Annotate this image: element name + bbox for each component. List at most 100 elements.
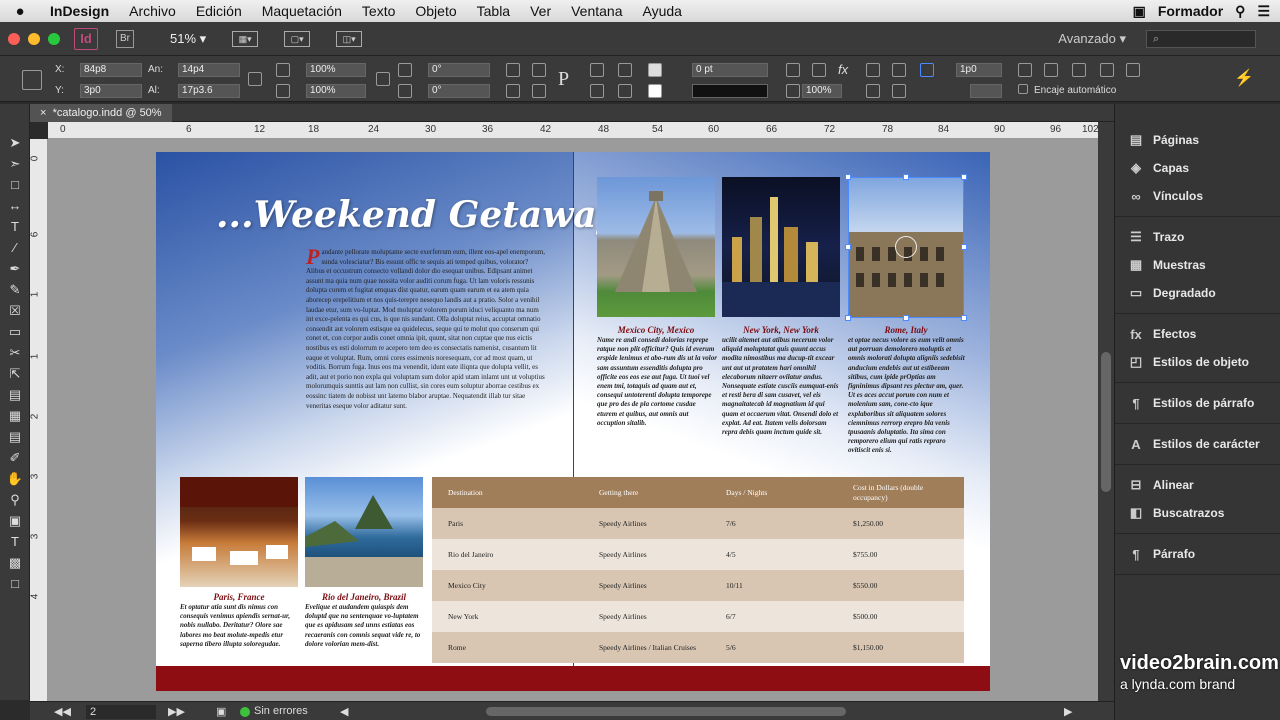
caption-new-york[interactable]: New York, New York bbox=[722, 325, 840, 335]
vertical-scrollbar[interactable] bbox=[1098, 122, 1114, 701]
user-menu[interactable]: Formador bbox=[1158, 3, 1223, 19]
close-tab-icon[interactable]: × bbox=[40, 107, 46, 119]
table-row[interactable]: New York Speedy Airlines 6/7 $500.00 bbox=[432, 601, 964, 632]
formatting-affects-icon[interactable]: T bbox=[0, 531, 30, 552]
panel-links[interactable]: ∞ Vínculos bbox=[1115, 182, 1280, 210]
drop-shadow-icon[interactable] bbox=[812, 63, 826, 77]
caption-text-mexico[interactable]: Name re andi consedi dolorias reprepe ra… bbox=[597, 336, 717, 464]
footer-band[interactable] bbox=[156, 666, 990, 691]
width-field[interactable]: 14p4 bbox=[178, 63, 240, 77]
hand-tool-icon[interactable]: ✋ bbox=[0, 468, 30, 489]
gap-tool-icon[interactable]: ↔ bbox=[0, 195, 30, 216]
stroke-swatch[interactable] bbox=[648, 84, 662, 98]
resize-handle[interactable] bbox=[903, 315, 909, 321]
x-field[interactable]: 84p8 bbox=[80, 63, 142, 77]
direct-selection-tool-icon[interactable]: ➣ bbox=[0, 153, 30, 174]
body-text-frame[interactable]: Pandante pellorate moluptame secte exerf… bbox=[306, 248, 546, 456]
selection-tool-icon[interactable]: ➤ bbox=[0, 132, 30, 153]
panel-align[interactable]: ⊟ Alinear bbox=[1115, 471, 1280, 499]
caption-paris[interactable]: Paris, France bbox=[180, 592, 298, 602]
rotate-field[interactable]: 0° bbox=[428, 63, 490, 77]
caption-text-rome[interactable]: et optae necus volore as eum velit omnis… bbox=[848, 336, 966, 464]
panel-pages[interactable]: ▤ Páginas bbox=[1115, 126, 1280, 154]
photo-paris[interactable] bbox=[180, 477, 298, 587]
panel-pathfinder[interactable]: ◧ Buscatrazos bbox=[1115, 499, 1280, 527]
panel-swatches[interactable]: ▦ Muestras bbox=[1115, 251, 1280, 279]
menu-ayuda[interactable]: Ayuda bbox=[633, 0, 692, 22]
center-content-icon[interactable] bbox=[866, 84, 880, 98]
fit-frame-content-icon[interactable] bbox=[892, 63, 906, 77]
pen-tool-icon[interactable]: ✒ bbox=[0, 258, 30, 279]
next-page-icon[interactable]: ▶▶ bbox=[168, 705, 185, 718]
notification-icon[interactable]: ☰ bbox=[1257, 3, 1270, 20]
resize-handle[interactable] bbox=[903, 174, 909, 180]
align-right-edges-icon[interactable] bbox=[1072, 63, 1086, 77]
frame-options-icon[interactable] bbox=[786, 63, 800, 77]
rotate-cw-icon[interactable] bbox=[506, 63, 520, 77]
close-window-button[interactable] bbox=[8, 32, 20, 45]
photo-rio[interactable] bbox=[305, 477, 423, 587]
line-tool-icon[interactable]: ∕ bbox=[0, 237, 30, 258]
caption-text-rio[interactable]: Evelique et audandem quiaspis dem dolupt… bbox=[305, 603, 425, 663]
resize-handle[interactable] bbox=[961, 174, 967, 180]
view-options-icon[interactable]: ▦▾ bbox=[232, 30, 259, 47]
opacity-field[interactable]: 100% bbox=[802, 84, 842, 98]
select-content-icon[interactable] bbox=[618, 63, 632, 77]
destinations-table[interactable]: Destination Getting there Days / Nights … bbox=[432, 477, 964, 665]
table-row[interactable]: Rio del Janeiro Speedy Airlines 4/5 $755… bbox=[432, 539, 964, 570]
photo-new-york[interactable] bbox=[722, 177, 840, 317]
align-centers-icon[interactable] bbox=[1044, 63, 1058, 77]
page-number-field[interactable]: 2 bbox=[86, 705, 156, 719]
menu-texto[interactable]: Texto bbox=[352, 0, 405, 22]
panel-character-styles[interactable]: A Estilos de carácter bbox=[1115, 430, 1280, 458]
free-transform-tool-icon[interactable]: ⇱ bbox=[0, 363, 30, 384]
panel-object-styles[interactable]: ◰ Estilos de objeto bbox=[1115, 348, 1280, 376]
apply-none-icon[interactable]: ▩ bbox=[0, 552, 30, 573]
bridge-button[interactable]: Br bbox=[116, 29, 134, 48]
content-grabber-icon[interactable] bbox=[895, 236, 917, 258]
menu-ver[interactable]: Ver bbox=[520, 0, 561, 22]
resize-handle[interactable] bbox=[845, 315, 851, 321]
scale-x-field[interactable]: 100% bbox=[306, 63, 366, 77]
scroll-left-icon[interactable]: ◀ bbox=[340, 705, 348, 718]
preflight-icon[interactable]: ▣ bbox=[216, 705, 226, 718]
y-field[interactable]: 3p0 bbox=[80, 84, 142, 98]
stroke-weight-field[interactable]: 0 pt bbox=[692, 63, 768, 77]
select-next-icon[interactable] bbox=[618, 84, 632, 98]
scroll-right-icon[interactable]: ▶ bbox=[1064, 705, 1072, 718]
menu-tabla[interactable]: Tabla bbox=[467, 0, 520, 22]
caption-rome[interactable]: Rome, Italy bbox=[848, 325, 964, 335]
effects-icon[interactable]: fx bbox=[838, 62, 848, 77]
horizontal-ruler[interactable]: 0 6 12 18 24 30 36 42 48 54 60 66 72 78 … bbox=[48, 122, 1099, 139]
distribute-icon[interactable] bbox=[1126, 63, 1140, 77]
offset-unit-select[interactable] bbox=[970, 84, 1002, 98]
scale-y-field[interactable]: 100% bbox=[306, 84, 366, 98]
document-spread[interactable]: ...Weekend Getaways Pandante pellorate m… bbox=[156, 152, 990, 691]
caption-text-new-york[interactable]: ucilit aitemet aut atibus necerum volor … bbox=[722, 336, 842, 464]
align-left-edges-icon[interactable] bbox=[1018, 63, 1032, 77]
fit-content-frame-icon[interactable] bbox=[866, 63, 880, 77]
photo-mexico-city[interactable] bbox=[597, 177, 715, 317]
rectangle-frame-tool-icon[interactable]: ☒ bbox=[0, 300, 30, 321]
flip-vertical-icon[interactable] bbox=[532, 84, 546, 98]
panel-gradient[interactable]: ▭ Degradado bbox=[1115, 279, 1280, 307]
shear-field[interactable]: 0° bbox=[428, 84, 490, 98]
resize-handle[interactable] bbox=[961, 315, 967, 321]
menu-archivo[interactable]: Archivo bbox=[119, 0, 186, 22]
gradient-feather-tool-icon[interactable]: ▦ bbox=[0, 405, 30, 426]
fill-stroke-swatch-icon[interactable]: ▣ bbox=[0, 510, 30, 531]
constrain-scale-icon[interactable] bbox=[376, 72, 390, 86]
panel-stroke[interactable]: ☰ Trazo bbox=[1115, 223, 1280, 251]
caption-rio[interactable]: Rio del Janeiro, Brazil bbox=[305, 592, 423, 602]
preflight-status-text[interactable]: Sin errores bbox=[254, 705, 308, 717]
arrange-documents-icon[interactable]: ◫▾ bbox=[336, 30, 363, 47]
note-tool-icon[interactable]: ▤ bbox=[0, 426, 30, 447]
minimize-window-button[interactable] bbox=[28, 32, 40, 45]
screen-mode-tool-icon[interactable]: □ bbox=[0, 573, 30, 594]
table-row[interactable]: Paris Speedy Airlines 7/6 $1,250.00 bbox=[432, 508, 964, 539]
table-row[interactable]: Mexico City Speedy Airlines 10/11 $550.0… bbox=[432, 570, 964, 601]
auto-fit-reference-icon[interactable] bbox=[920, 63, 934, 77]
first-page-icon[interactable]: ◀◀ bbox=[54, 705, 71, 718]
scrollbar-thumb[interactable] bbox=[1101, 352, 1111, 492]
table-row[interactable]: Rome Speedy Airlines / Italian Cruises 5… bbox=[432, 632, 964, 663]
